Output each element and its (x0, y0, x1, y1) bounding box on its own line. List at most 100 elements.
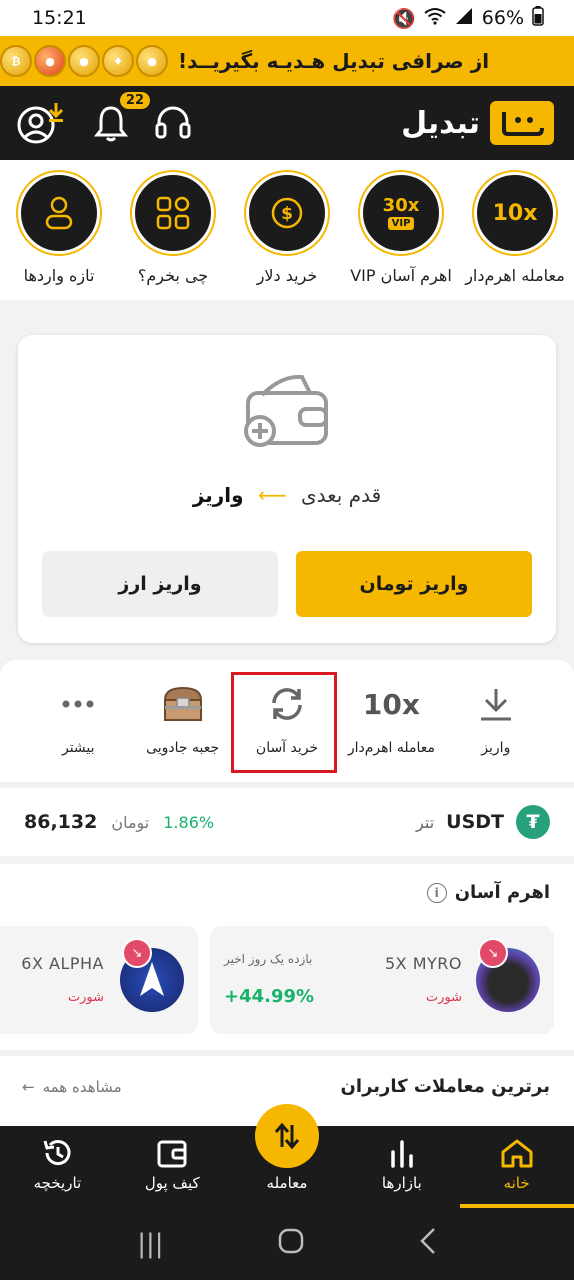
wallet-icon (157, 1140, 187, 1168)
brand-logo: تبدیل (401, 101, 554, 145)
wifi-icon (424, 7, 446, 30)
coin-icon: ♦ (102, 45, 134, 77)
tab-markets[interactable]: بازارها (352, 1138, 452, 1192)
shortcut-label: خرید دلار (256, 266, 318, 285)
tab-label: بازارها (381, 1174, 422, 1192)
highlight-box (231, 672, 337, 773)
tab-label: تاریخچه (33, 1174, 82, 1192)
side-label: شورت (67, 990, 104, 1005)
arrow-left-icon: ← (22, 1078, 35, 1096)
easy-leverage-section: اهرم آسان i ↘ 5X MYRO شورت بازده یک روز … (0, 864, 574, 1050)
leverage-10x-icon: 10x (474, 172, 556, 254)
quick-action-label: جعبه جادویی (146, 740, 220, 756)
return-period: بازده یک روز اخیر (224, 952, 313, 966)
deposit-toman-button[interactable]: واریز تومان (296, 551, 532, 617)
app-header: 22 تبدیل (0, 86, 574, 160)
trend-down-icon: ↘ (478, 938, 508, 968)
tab-wallet[interactable]: کیف پول (122, 1138, 222, 1192)
shortcut-row: 10x معامله اهرم‌دار 30x VIP اهرم آسان VI… (0, 160, 574, 300)
bar-chart-icon (391, 1140, 413, 1168)
battery-icon (532, 5, 544, 31)
status-icons: 🔇 66% (392, 5, 544, 31)
person-icon (18, 172, 100, 254)
next-step-text: قدم بعدی ⟵ واریز (192, 483, 382, 507)
shortcut-leverage-trading[interactable]: 10x معامله اهرم‌دار (462, 172, 568, 300)
system-nav-bar: ||| (0, 1208, 574, 1280)
tab-label: خانه (503, 1174, 530, 1192)
tab-label: کیف پول (144, 1174, 200, 1192)
quick-action-more[interactable]: بیشتر (28, 678, 128, 782)
quick-action-label: واریز (481, 740, 511, 756)
status-bar: 15:21 🔇 66% (0, 0, 574, 36)
more-icon (62, 678, 94, 730)
quick-action-deposit[interactable]: واریز (446, 678, 546, 782)
coin-name-fa: تتر (416, 812, 435, 832)
notification-badge: 22 (119, 92, 150, 109)
trade-fab-button[interactable] (255, 1104, 319, 1168)
coin-icon: ₿ (0, 45, 32, 77)
tab-home[interactable]: خانه (467, 1138, 567, 1192)
quick-action-label: بیشتر (61, 740, 95, 756)
coin-icon: ● (68, 45, 100, 77)
headset-support-icon[interactable] (154, 104, 192, 142)
mute-icon: 🔇 (392, 7, 416, 30)
coin-symbol: USDT (446, 811, 504, 833)
quick-action-leverage[interactable]: 10x معامله اهرم‌دار (341, 678, 441, 782)
battery-level: 66% (481, 7, 524, 29)
download-icon (478, 678, 514, 730)
tether-icon: ₮ (516, 805, 550, 839)
promo-text: از صرافی تبدیل هـدیـه بگیریــد! (178, 49, 490, 73)
price-change: 1.86% (163, 812, 215, 832)
coins-image: ₿ ● ● ♦ ● (0, 45, 168, 77)
logo-icon (490, 101, 554, 145)
recent-apps-icon[interactable]: ||| (137, 1229, 163, 1259)
quick-action-magic-box[interactable]: جعبه جادویی (133, 678, 233, 782)
notification-bell-icon[interactable]: 22 (94, 92, 150, 142)
shortcut-newcomers[interactable]: تازه واردها (6, 172, 112, 300)
usdt-price: 86,132 (24, 811, 98, 833)
shortcut-what-to-buy[interactable]: چی بخرم؟ (120, 172, 226, 300)
chest-icon (161, 678, 205, 730)
leverage-name: 5X MYRO (384, 954, 462, 973)
shortcut-label: تازه واردها (23, 266, 95, 285)
shortcut-label: اهرم آسان VIP (350, 266, 452, 285)
coin-icon: ● (136, 45, 168, 77)
leverage-10x-icon: 10x (362, 687, 420, 721)
brand-name: تبدیل (401, 105, 480, 141)
profile-download-icon[interactable] (16, 101, 68, 145)
return-value: +44.99% (224, 986, 315, 1007)
shortcut-easy-leverage-vip[interactable]: 30x VIP اهرم آسان VIP (348, 172, 454, 300)
deposit-card: قدم بعدی ⟵ واریز واریز تومان واریز ارز (18, 335, 556, 643)
section-title: برترین معاملات کاربران (340, 1076, 550, 1097)
view-all-link[interactable]: مشاهده همه ← (22, 1078, 122, 1096)
status-time: 15:21 (32, 7, 87, 29)
tab-history[interactable]: تاریخچه (7, 1138, 107, 1192)
side-label: شورت (425, 990, 462, 1005)
promo-banner[interactable]: از صرافی تبدیل هـدیـه بگیریــد! ₿ ● ● ♦ … (0, 36, 574, 86)
section-title: اهرم آسان i (426, 882, 550, 903)
usdt-ticker-row[interactable]: 86,132 تومان 1.86% تتر USDT ₮ (0, 788, 574, 856)
home-button-icon[interactable] (278, 1228, 304, 1261)
arrow-left-icon: ⟵ (257, 483, 287, 507)
svg-text:$: $ (281, 204, 293, 224)
trend-down-icon: ↘ (122, 938, 152, 968)
vip-30x-icon: 30x VIP (360, 172, 442, 254)
shortcut-buy-dollar[interactable]: $ خرید دلار (234, 172, 340, 300)
coin-icon: ● (34, 45, 66, 77)
price-unit: تومان (111, 812, 150, 832)
shapes-icon (132, 172, 214, 254)
info-icon[interactable]: i (426, 882, 447, 903)
shortcut-label: چی بخرم؟ (137, 266, 209, 285)
shortcut-label: معامله اهرم‌دار (465, 266, 565, 285)
dollar-icon: $ (246, 172, 328, 254)
wallet-add-icon (242, 365, 332, 453)
home-icon (501, 1139, 533, 1168)
quick-action-label: معامله اهرم‌دار (347, 740, 436, 756)
back-icon[interactable] (419, 1227, 437, 1262)
history-icon (43, 1140, 71, 1166)
deposit-crypto-button[interactable]: واریز ارز (42, 551, 278, 617)
leverage-card-myro[interactable]: ↘ 5X MYRO شورت بازده یک روز اخیر +44.99% (210, 926, 554, 1034)
leverage-name: 6X ALPHA (21, 954, 104, 973)
swap-arrows-icon (274, 1122, 300, 1150)
leverage-card-alpha[interactable]: ↘ 6X ALPHA شورت (0, 926, 198, 1034)
